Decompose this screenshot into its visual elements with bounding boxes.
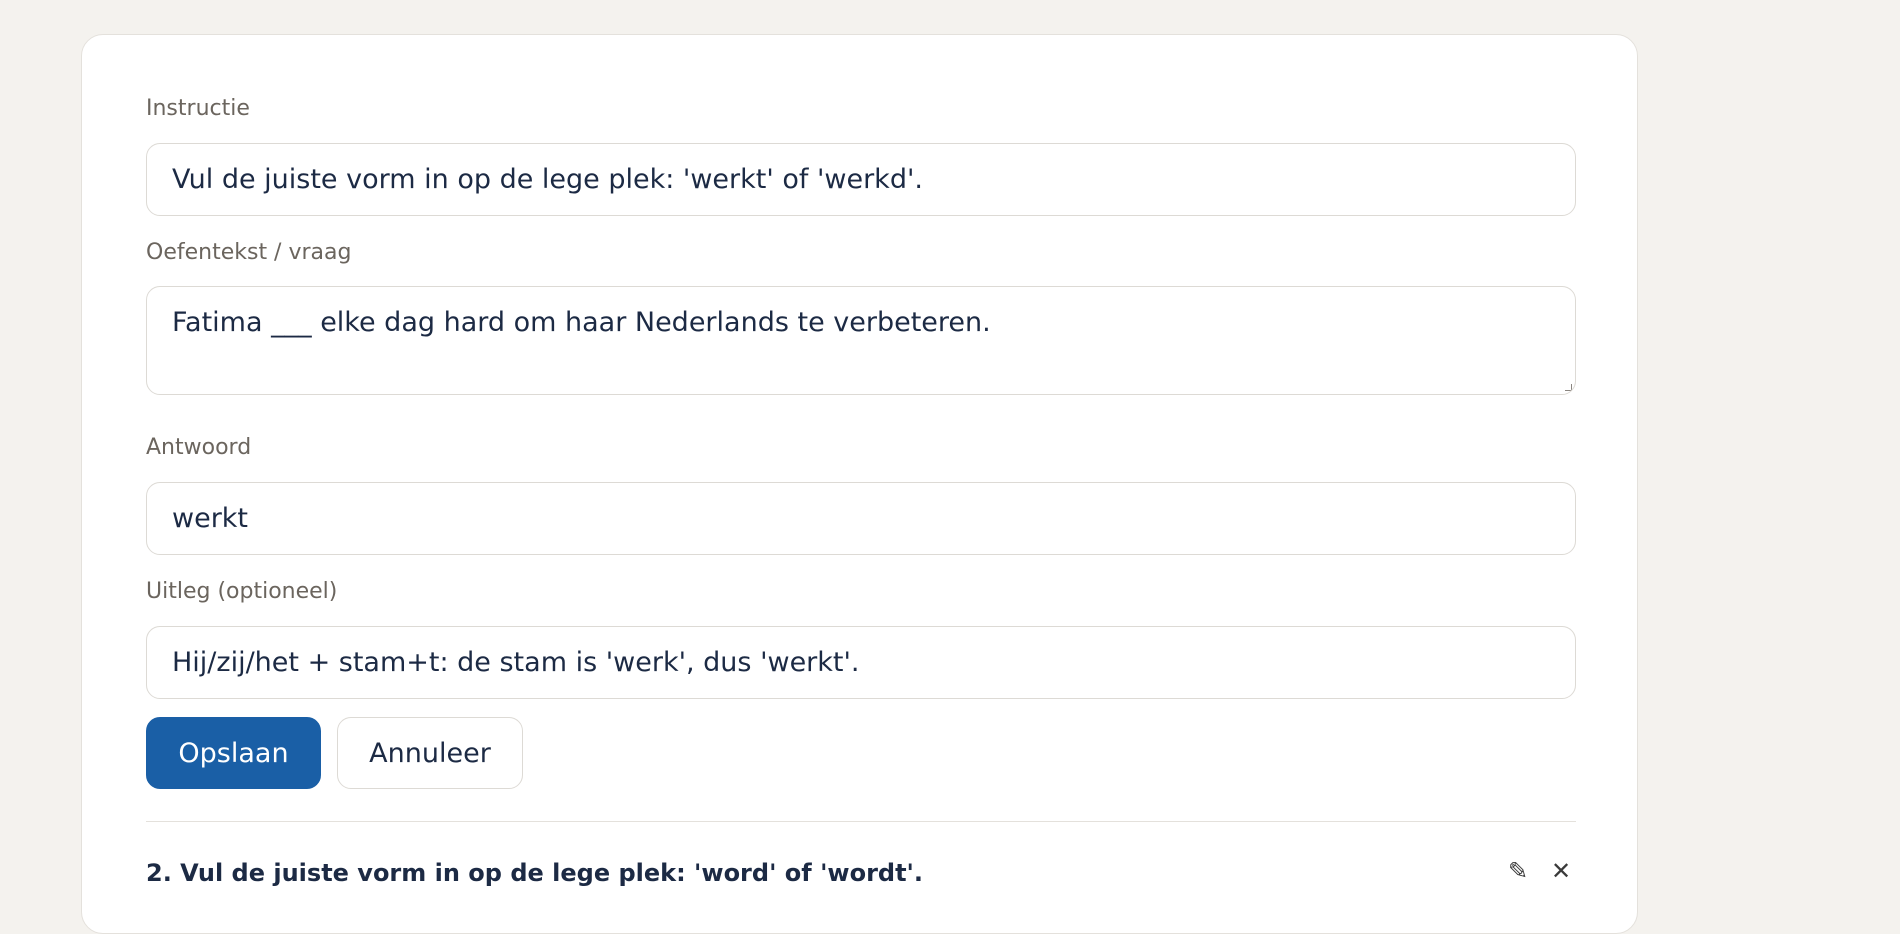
instruction-label: Instructie: [146, 96, 250, 121]
explanation-label: Uitleg (optioneel): [146, 579, 338, 604]
question-textarea-value: Fatima ___ elke dag hard om haar Nederla…: [172, 307, 991, 338]
explanation-input-value: Hij/zij/het + stam+t: de stam is 'werk',…: [172, 647, 860, 678]
exercise-card: Instructie Vul de juiste vorm in op de l…: [81, 34, 1638, 934]
item-divider: [146, 821, 1576, 822]
close-icon[interactable]: ✕: [1551, 859, 1571, 883]
pencil-icon[interactable]: ✎: [1508, 859, 1528, 883]
resize-handle-icon[interactable]: [1565, 384, 1572, 391]
question-textarea[interactable]: Fatima ___ elke dag hard om haar Nederla…: [146, 286, 1576, 395]
save-button[interactable]: Opslaan: [146, 717, 321, 789]
answer-label: Antwoord: [146, 435, 252, 460]
instruction-input-value: Vul de juiste vorm in op de lege plek: '…: [172, 164, 923, 195]
explanation-input[interactable]: Hij/zij/het + stam+t: de stam is 'werk',…: [146, 626, 1576, 699]
exercise-item-title[interactable]: 2. Vul de juiste vorm in op de lege plek…: [146, 859, 923, 887]
instruction-input[interactable]: Vul de juiste vorm in op de lege plek: '…: [146, 143, 1576, 216]
question-label: Oefentekst / vraag: [146, 240, 352, 265]
answer-input-value: werkt: [172, 503, 249, 534]
cancel-button[interactable]: Annuleer: [337, 717, 523, 789]
answer-input[interactable]: werkt: [146, 482, 1576, 555]
